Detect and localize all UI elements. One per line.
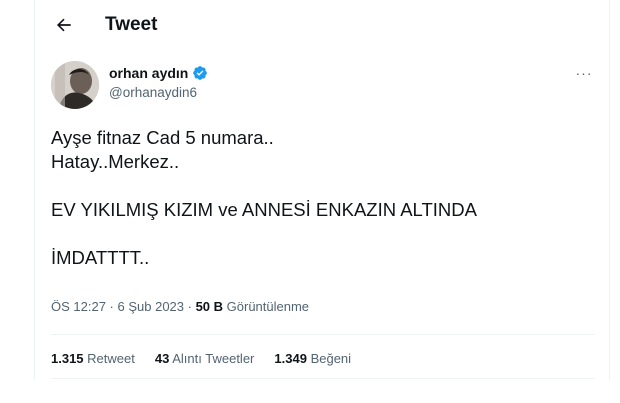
retweets-stat[interactable]: 1.315 Retweet — [51, 351, 135, 366]
tweet-line — [51, 222, 591, 246]
tweet-detail-panel: Tweet orhan aydın @orhanaydin6 ··· Ayşe … — [34, 0, 610, 380]
verified-badge-icon — [192, 65, 208, 81]
page-header: Tweet — [35, 0, 609, 50]
tweet-line: Hatay..Merkez.. — [51, 151, 180, 172]
tweet-line: EV YIKILMIŞ KIZIM ve ANNESİ ENKAZIN ALTI… — [51, 199, 477, 220]
divider — [51, 378, 595, 379]
author-handle[interactable]: @orhanaydin6 — [109, 85, 208, 100]
arrow-left-icon — [54, 15, 74, 35]
tweet-line: Ayşe fitnaz Cad 5 numara.. — [51, 127, 274, 148]
tweet-line: İMDATTTT.. — [51, 247, 150, 268]
tweet-meta: ÖS 12:27 · 6 Şub 2023 · 50 B Görüntülenm… — [51, 299, 309, 314]
views-count: 50 B — [195, 299, 224, 314]
author-display-name[interactable]: orhan aydın — [109, 65, 188, 81]
tweet-time[interactable]: ÖS 12:27 — [51, 299, 106, 314]
quotes-count: 43 — [154, 351, 170, 366]
tweet-stats: 1.315 Retweet 43 Alıntı Tweetler 1.349 B… — [51, 351, 351, 366]
likes-count: 1.349 — [274, 351, 307, 366]
divider — [51, 334, 595, 335]
more-options-button[interactable]: ··· — [571, 60, 597, 86]
tweet-author: orhan aydın @orhanaydin6 ··· — [35, 58, 609, 114]
retweets-count: 1.315 — [51, 351, 84, 366]
avatar[interactable] — [51, 61, 99, 109]
back-button[interactable] — [49, 10, 79, 40]
retweets-label: Retweet — [87, 351, 135, 366]
more-icon: ··· — [575, 65, 593, 81]
tweet-text: Ayşe fitnaz Cad 5 numara.. Hatay..Merkez… — [51, 126, 591, 270]
likes-stat[interactable]: 1.349 Beğeni — [274, 351, 351, 366]
quotes-stat[interactable]: 43 Alıntı Tweetler — [155, 351, 255, 366]
likes-label: Beğeni — [310, 351, 352, 366]
meta-separator: · — [184, 299, 196, 314]
meta-separator: · — [105, 299, 118, 314]
views-label: Görüntülenme — [223, 299, 310, 314]
tweet-line — [51, 174, 591, 198]
page-title: Tweet — [105, 14, 158, 35]
author-names: orhan aydın @orhanaydin6 — [109, 65, 208, 100]
tweet-date[interactable]: 6 Şub 2023 — [118, 299, 185, 314]
quotes-label: Alıntı Tweetler — [172, 351, 255, 366]
